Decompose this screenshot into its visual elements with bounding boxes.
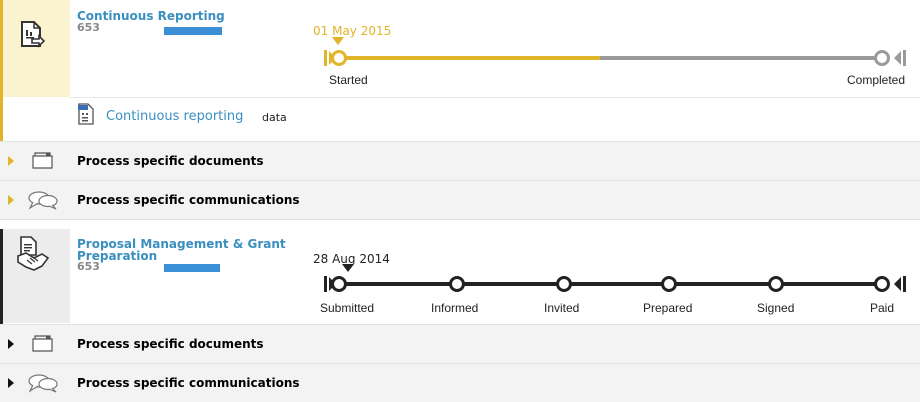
redacted-code bbox=[164, 264, 220, 272]
expand-arrow-icon[interactable] bbox=[7, 339, 15, 349]
section-row-documents[interactable]: Process specific documents bbox=[0, 324, 920, 363]
chat-bubbles-icon bbox=[28, 191, 58, 210]
handshake-document-icon bbox=[17, 236, 50, 271]
process-card-continuous-reporting: Continuous Reporting 653 01 May 2015 Sta… bbox=[0, 0, 920, 220]
step-label-submitted: Submitted bbox=[320, 301, 375, 315]
data-link-suffix: data bbox=[262, 111, 287, 124]
timeline-track bbox=[324, 276, 906, 292]
expand-arrow-icon[interactable] bbox=[7, 195, 15, 205]
chat-bubbles-icon bbox=[28, 374, 58, 393]
expand-arrow-icon[interactable] bbox=[7, 156, 15, 166]
folder-icon bbox=[32, 152, 53, 169]
section-label-documents: Process specific documents bbox=[77, 337, 264, 351]
section-bottom-border bbox=[0, 219, 920, 220]
redacted-code bbox=[164, 27, 222, 35]
step-label-started: Started bbox=[329, 73, 368, 87]
report-export-icon bbox=[21, 21, 45, 48]
step-label-completed: Completed bbox=[847, 73, 906, 87]
step-label-signed: Signed bbox=[757, 301, 795, 315]
section-row-communications[interactable]: Process specific communications bbox=[0, 180, 920, 219]
section-label-documents: Process specific documents bbox=[77, 154, 264, 168]
step-label-paid: Paid bbox=[870, 301, 895, 315]
section-label-communications: Process specific communications bbox=[77, 193, 300, 207]
process-code: 653 bbox=[77, 21, 100, 34]
section-row-documents[interactable]: Process specific documents bbox=[0, 141, 920, 180]
divider bbox=[70, 97, 920, 98]
step-label-prepared: Prepared bbox=[643, 301, 693, 315]
timeline-date: 01 May 2015 bbox=[313, 24, 392, 38]
process-card-proposal-management: Proposal Management & Grant Preparation … bbox=[0, 229, 920, 402]
expand-arrow-icon[interactable] bbox=[7, 378, 15, 388]
data-icon-cell bbox=[0, 97, 70, 140]
xml-file-icon bbox=[78, 103, 94, 125]
folder-icon bbox=[32, 335, 53, 352]
section-row-communications[interactable]: Process specific communications bbox=[0, 363, 920, 402]
step-label-informed: Informed bbox=[431, 301, 479, 315]
process-code: 653 bbox=[77, 260, 100, 273]
timeline-track bbox=[324, 50, 906, 66]
data-link[interactable]: Continuous reporting bbox=[106, 109, 243, 124]
step-label-invited: Invited bbox=[544, 301, 580, 315]
section-label-communications: Process specific communications bbox=[77, 376, 300, 390]
